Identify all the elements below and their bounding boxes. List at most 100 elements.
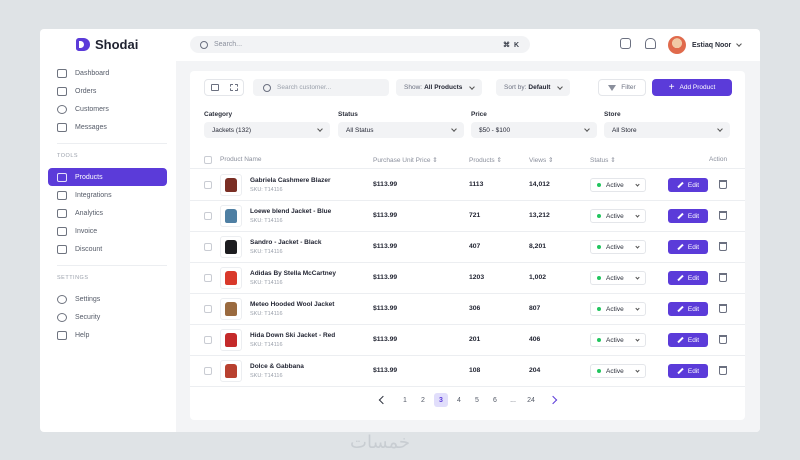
product-sku: SKU: T14116 bbox=[250, 342, 283, 348]
shield-icon bbox=[57, 312, 67, 322]
sidebar-item-dashboard[interactable]: Dashboard bbox=[48, 64, 167, 82]
user-menu[interactable]: Estiaq Noor bbox=[668, 36, 743, 54]
product-price: $113.99 bbox=[373, 367, 398, 374]
product-name[interactable]: Loewe blend Jacket - Blue bbox=[250, 208, 331, 215]
row-checkbox[interactable] bbox=[204, 274, 212, 282]
chevron-down-icon bbox=[635, 367, 640, 373]
product-name[interactable]: Hida Down Ski Jacket - Red bbox=[250, 332, 335, 339]
page-button[interactable]: 4 bbox=[452, 393, 466, 407]
page-button[interactable]: 1 bbox=[398, 393, 412, 407]
sidebar-item-discount[interactable]: Discount bbox=[48, 240, 167, 258]
edit-button[interactable]: Edit bbox=[668, 271, 708, 285]
sidebar-item-integrations[interactable]: Integrations bbox=[48, 186, 167, 204]
row-checkbox[interactable] bbox=[204, 367, 212, 375]
header-products[interactable]: Products ⇕ bbox=[469, 156, 502, 164]
page-button[interactable]: 24 bbox=[524, 393, 538, 407]
next-page-icon[interactable] bbox=[548, 395, 558, 405]
product-name[interactable]: Meteo Hooded Wool Jacket bbox=[250, 301, 334, 308]
status-dropdown[interactable]: Active bbox=[590, 240, 646, 254]
view-toggle[interactable] bbox=[204, 79, 244, 96]
product-price: $113.99 bbox=[373, 243, 398, 250]
customer-search-input[interactable]: Search customer... bbox=[253, 79, 389, 96]
edit-button[interactable]: Edit bbox=[668, 364, 708, 378]
edit-button[interactable]: Edit bbox=[668, 302, 708, 316]
row-checkbox[interactable] bbox=[204, 243, 212, 251]
sidebar-item-products[interactable]: Products bbox=[48, 168, 167, 186]
sort-icon: ⇕ bbox=[610, 157, 616, 164]
category-select[interactable]: Jackets (132) bbox=[204, 122, 330, 138]
trash-icon[interactable] bbox=[719, 273, 727, 282]
table-row[interactable]: Loewe blend Jacket - Blue SKU: T14116 $1… bbox=[190, 201, 745, 232]
status-dropdown[interactable]: Active bbox=[590, 302, 646, 316]
show-dropdown[interactable]: Show: All Products bbox=[396, 79, 483, 96]
sidebar-item-settings[interactable]: Settings bbox=[48, 290, 167, 308]
sidebar-item-analytics[interactable]: Analytics bbox=[48, 204, 167, 222]
sidebar-item-help[interactable]: Help bbox=[48, 326, 167, 344]
status-dropdown[interactable]: Active bbox=[590, 364, 646, 378]
edit-button[interactable]: Edit bbox=[668, 178, 708, 192]
table-row[interactable]: Hida Down Ski Jacket - Red SKU: T14116 $… bbox=[190, 325, 745, 356]
trash-icon[interactable] bbox=[719, 335, 727, 344]
sidebar-item-messages[interactable]: Messages bbox=[48, 118, 167, 136]
table-row[interactable]: Dolce & Gabbana SKU: T14116 $113.99 108 … bbox=[190, 356, 745, 387]
status-dropdown[interactable]: Active bbox=[590, 209, 646, 223]
pencil-icon bbox=[677, 336, 684, 344]
header-price-label: Purchase Unit Price bbox=[373, 157, 431, 164]
store-select[interactable]: All Store bbox=[604, 122, 730, 138]
product-name[interactable]: Gabriela Cashmere Blazer bbox=[250, 177, 331, 184]
add-product-button[interactable]: + Add Product bbox=[652, 79, 732, 96]
header-views[interactable]: Views ⇕ bbox=[529, 156, 554, 164]
bell-icon[interactable] bbox=[645, 38, 656, 49]
page-button[interactable]: 5 bbox=[470, 393, 484, 407]
edit-button[interactable]: Edit bbox=[668, 209, 708, 223]
edit-button[interactable]: Edit bbox=[668, 240, 708, 254]
price-select[interactable]: $50 - $100 bbox=[471, 122, 597, 138]
trash-icon[interactable] bbox=[719, 242, 727, 251]
sort-dropdown[interactable]: Sort by: Default bbox=[496, 79, 571, 96]
header-price[interactable]: Purchase Unit Price ⇕ bbox=[373, 156, 438, 164]
trash-icon[interactable] bbox=[719, 211, 727, 220]
page-button[interactable]: 2 bbox=[416, 393, 430, 407]
table-row[interactable]: Sandro - Jacket - Black SKU: T14116 $113… bbox=[190, 232, 745, 263]
list-view-button[interactable] bbox=[205, 80, 224, 95]
grid-view-button[interactable] bbox=[224, 80, 243, 95]
filter-icon bbox=[608, 84, 617, 91]
sidebar-item-orders[interactable]: Orders bbox=[48, 82, 167, 100]
row-checkbox[interactable] bbox=[204, 336, 212, 344]
product-name[interactable]: Sandro - Jacket - Black bbox=[250, 239, 322, 246]
sidebar-item-customers[interactable]: Customers bbox=[48, 100, 167, 118]
status-dropdown[interactable]: Active bbox=[590, 333, 646, 347]
status-select[interactable]: All Status bbox=[338, 122, 464, 138]
divider bbox=[57, 265, 167, 266]
table-row[interactable]: Gabriela Cashmere Blazer SKU: T14116 $11… bbox=[190, 170, 745, 201]
filter-label: Filter bbox=[621, 84, 636, 91]
trash-icon[interactable] bbox=[719, 304, 727, 313]
table-row[interactable]: Meteo Hooded Wool Jacket SKU: T14116 $11… bbox=[190, 294, 745, 325]
filter-button[interactable]: Filter bbox=[598, 79, 646, 96]
page-button[interactable]: 6 bbox=[488, 393, 502, 407]
table-row[interactable]: Adidas By Stella McCartney SKU: T14116 $… bbox=[190, 263, 745, 294]
product-name[interactable]: Adidas By Stella McCartney bbox=[250, 270, 336, 277]
row-checkbox[interactable] bbox=[204, 305, 212, 313]
pagination-ellipsis: ... bbox=[510, 396, 516, 404]
user-name: Estiaq Noor bbox=[692, 41, 732, 49]
chevron-down-icon bbox=[584, 126, 590, 132]
chat-icon[interactable] bbox=[620, 38, 631, 49]
product-views: 1,002 bbox=[529, 274, 547, 281]
edit-button[interactable]: Edit bbox=[668, 333, 708, 347]
sidebar-item-invoice[interactable]: Invoice bbox=[48, 222, 167, 240]
row-checkbox[interactable] bbox=[204, 212, 212, 220]
page-button[interactable]: 3 bbox=[434, 393, 448, 407]
select-all-checkbox[interactable] bbox=[204, 156, 212, 164]
global-search-input[interactable]: Search... ⌘ K bbox=[190, 36, 530, 53]
trash-icon[interactable] bbox=[719, 366, 727, 375]
product-name[interactable]: Dolce & Gabbana bbox=[250, 363, 304, 370]
prev-page-icon[interactable] bbox=[378, 395, 388, 405]
trash-icon[interactable] bbox=[719, 180, 727, 189]
row-checkbox[interactable] bbox=[204, 181, 212, 189]
sidebar-item-security[interactable]: Security bbox=[48, 308, 167, 326]
header-status[interactable]: Status ⇕ bbox=[590, 156, 616, 164]
status-dropdown[interactable]: Active bbox=[590, 178, 646, 192]
logo[interactable]: Shodai bbox=[76, 37, 138, 52]
status-dropdown[interactable]: Active bbox=[590, 271, 646, 285]
